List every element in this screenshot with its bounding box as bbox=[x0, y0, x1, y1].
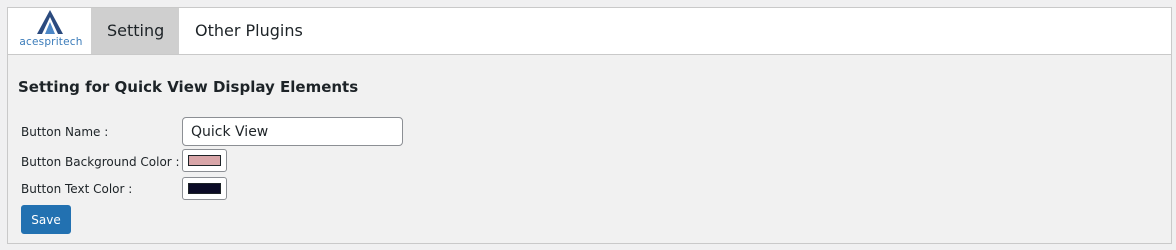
settings-panel: acespritech Setting Other Plugins Settin… bbox=[7, 7, 1172, 244]
text-color-picker[interactable] bbox=[182, 177, 227, 200]
save-button[interactable]: Save bbox=[21, 205, 71, 234]
text-color-label: Button Text Color : bbox=[21, 182, 133, 196]
plugin-header: acespritech Setting Other Plugins bbox=[8, 8, 1171, 55]
brand-name: acespritech bbox=[19, 36, 83, 48]
brand-logo: acespritech bbox=[8, 8, 91, 54]
text-color-swatch bbox=[188, 183, 221, 194]
section-title: Setting for Quick View Display Elements bbox=[18, 78, 359, 96]
tab-other-plugins[interactable]: Other Plugins bbox=[179, 8, 319, 54]
mountain-a-logo-icon bbox=[37, 10, 63, 34]
bg-color-picker[interactable] bbox=[182, 149, 227, 172]
button-name-label: Button Name : bbox=[21, 125, 109, 139]
bg-color-label: Button Background Color : bbox=[21, 155, 180, 169]
button-name-input[interactable] bbox=[182, 117, 403, 146]
bg-color-swatch bbox=[188, 155, 221, 166]
tab-setting[interactable]: Setting bbox=[91, 8, 179, 54]
